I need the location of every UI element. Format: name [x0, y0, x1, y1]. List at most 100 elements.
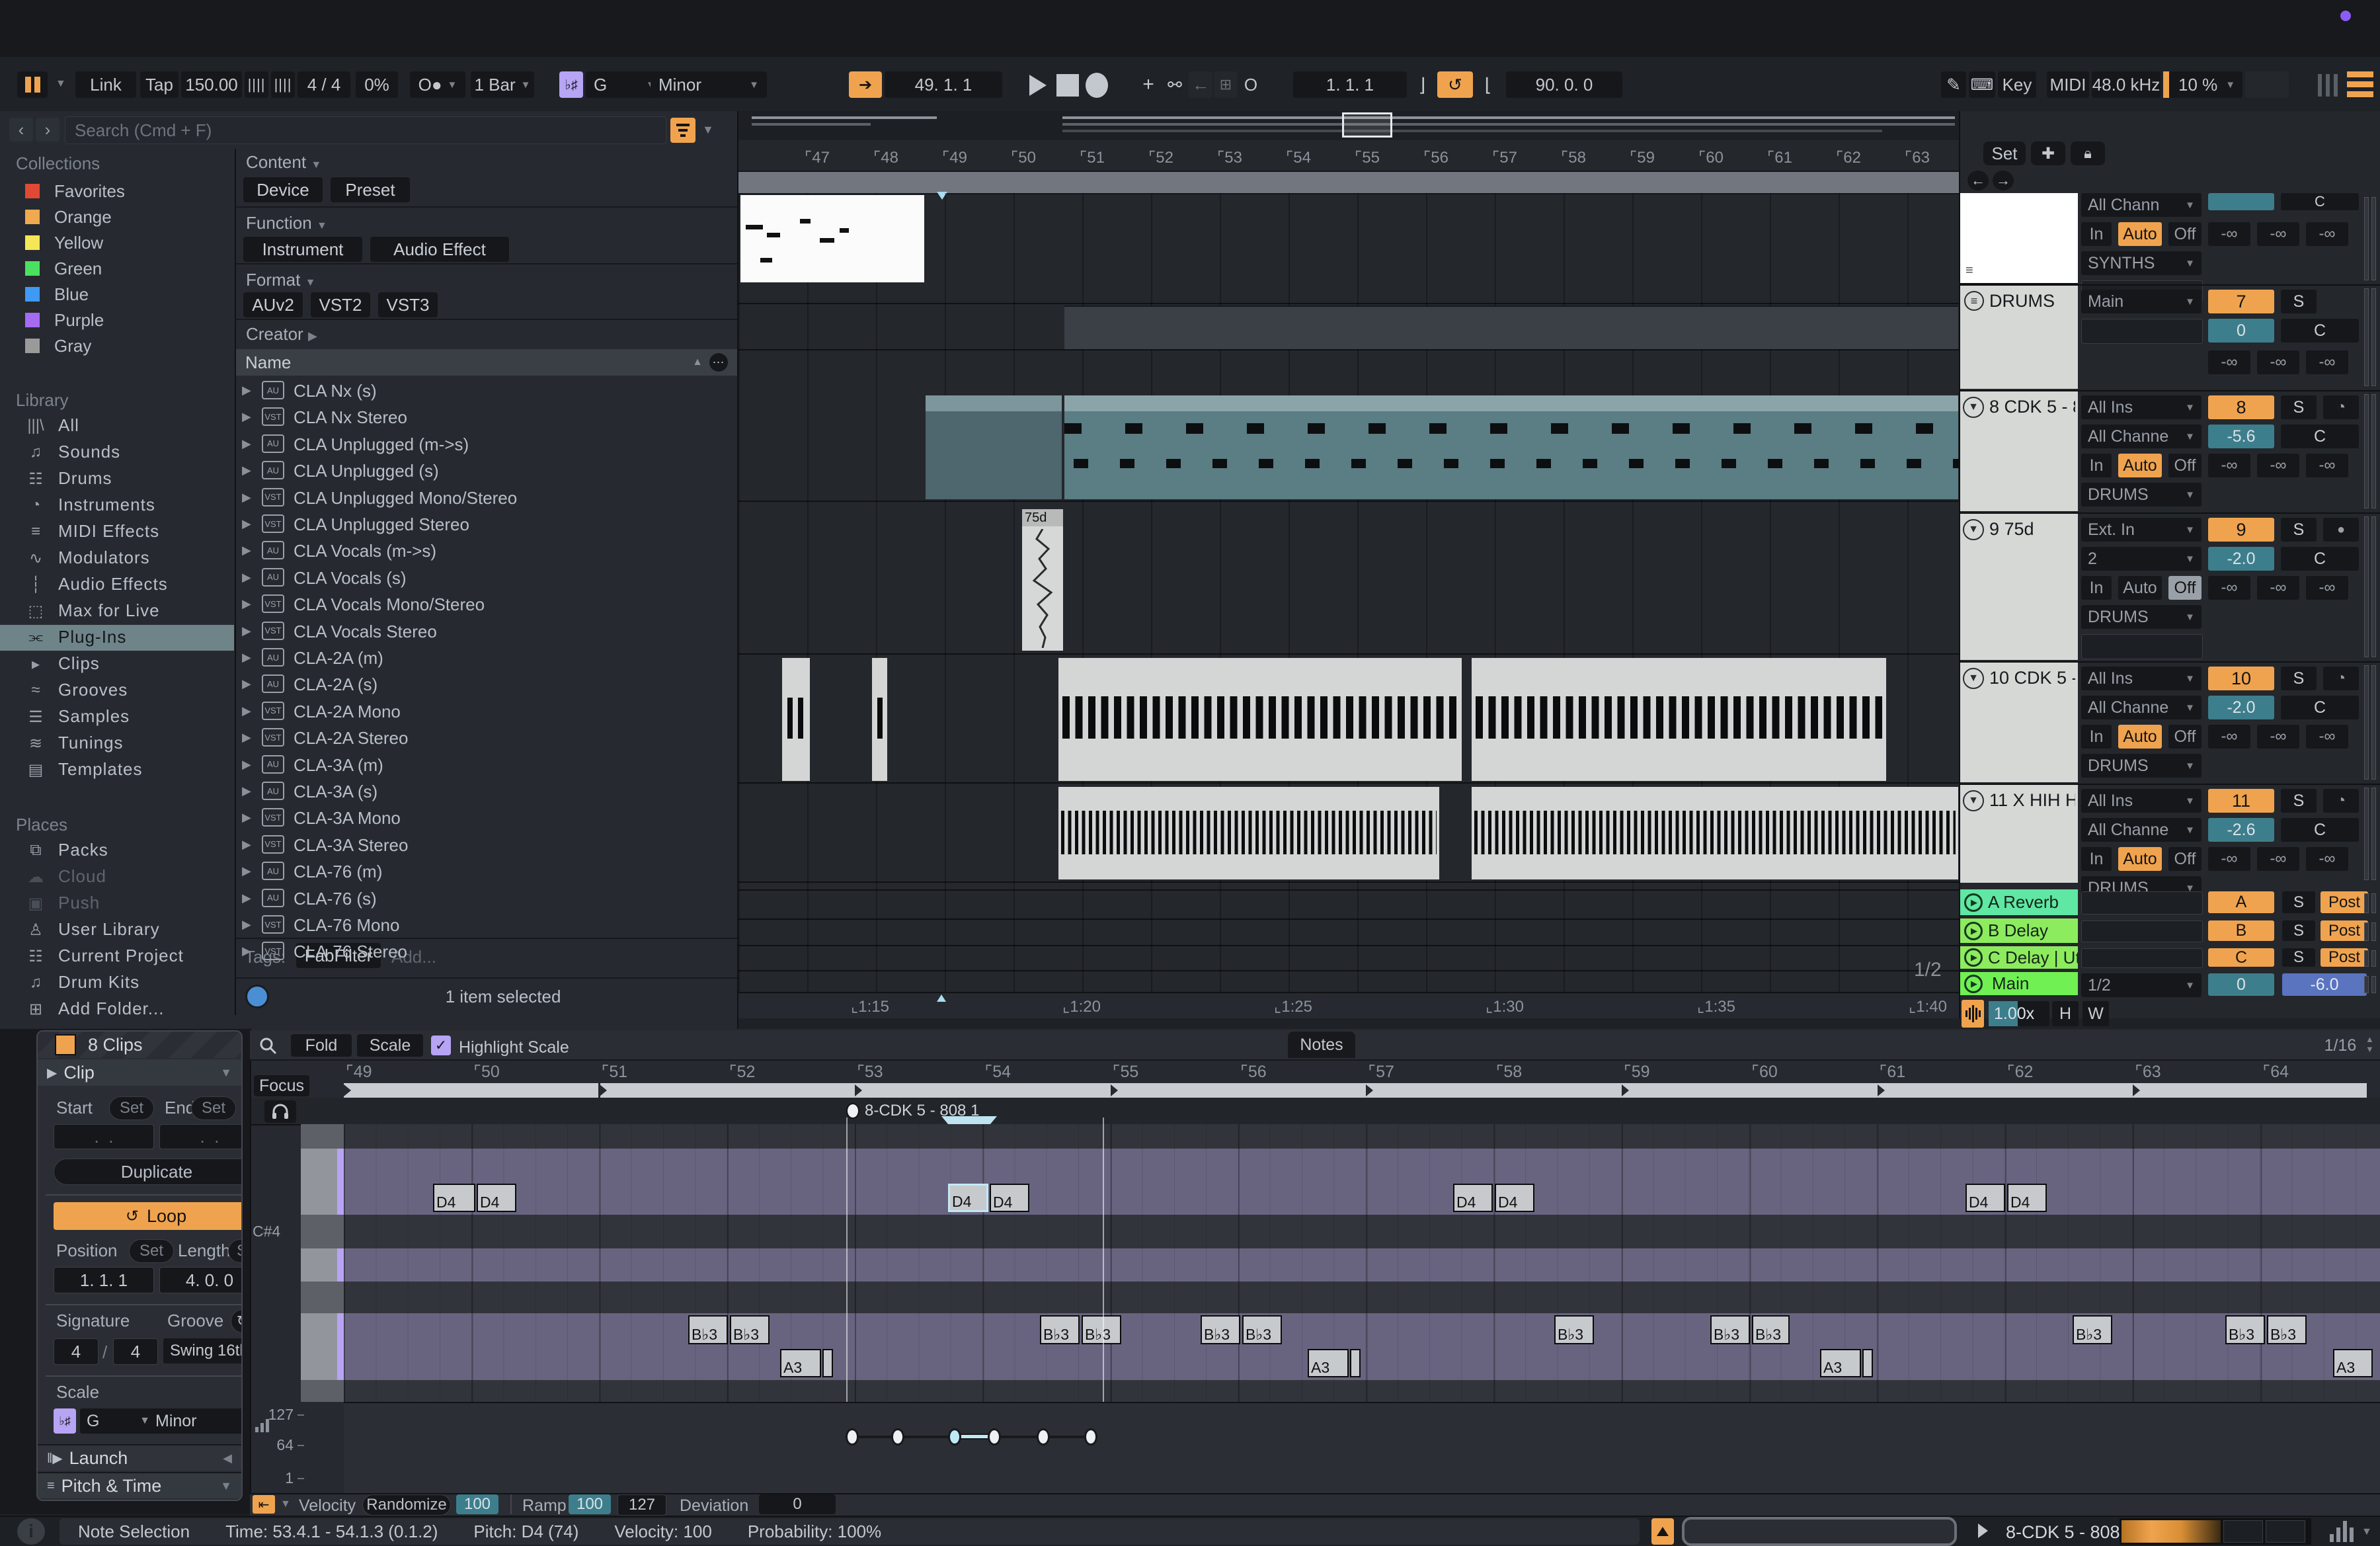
midi-note[interactable]: B♭3: [1710, 1315, 1750, 1344]
midi-map-button[interactable]: MIDI: [2047, 71, 2089, 98]
playback-speed-field[interactable]: 1.00x: [1989, 1001, 2049, 1026]
expand-arrow-icon[interactable]: ▶: [242, 544, 251, 557]
monitor-auto-button[interactable]: Auto: [2118, 576, 2162, 600]
history-back-button[interactable]: ←: [1967, 171, 1989, 190]
solo-button[interactable]: S: [2281, 395, 2317, 419]
velocity-point[interactable]: [891, 1428, 904, 1445]
deviation-field[interactable]: 0: [759, 1494, 836, 1514]
pan-field[interactable]: 0: [2208, 319, 2274, 343]
expand-arrow-icon[interactable]: ▶: [242, 624, 251, 638]
filter-content-label[interactable]: Content ▼: [246, 152, 321, 173]
ramp-to-field[interactable]: 127: [617, 1494, 666, 1516]
sidebar-item-drum-kits[interactable]: Drum Kits: [58, 972, 139, 993]
track-number[interactable]: 10: [2208, 667, 2274, 690]
midi-note[interactable]: D4: [2007, 1184, 2047, 1212]
list-item-plugin[interactable]: CLA-76 Stereo: [294, 942, 407, 962]
highlight-scale-checkbox[interactable]: ✓: [431, 1036, 451, 1055]
list-item-plugin[interactable]: CLA Unplugged (s): [294, 461, 439, 481]
focus-button[interactable]: Focus: [254, 1075, 309, 1096]
filter-caret-icon[interactable]: ▼: [702, 123, 714, 137]
piano-row-c4[interactable]: [344, 1248, 2380, 1282]
main-volume-field[interactable]: -6.0: [2282, 973, 2367, 996]
fold-button[interactable]: Fold: [291, 1034, 352, 1057]
format-chip-vst3[interactable]: VST3: [378, 292, 438, 317]
list-item-plugin[interactable]: CLA Vocals Stereo: [294, 622, 437, 642]
expand-arrow-icon[interactable]: ▶: [242, 864, 251, 878]
list-item-plugin[interactable]: CLA-76 (s): [294, 889, 377, 909]
midi-note[interactable]: B♭3: [1040, 1315, 1080, 1344]
nudge-down-button[interactable]: ||||: [245, 71, 268, 98]
name-header[interactable]: Name ▲⋯: [236, 349, 737, 376]
midi-note[interactable]: D4: [1965, 1184, 2005, 1212]
crosshair-icon[interactable]: ✚: [2031, 142, 2065, 165]
grid-interval-display[interactable]: 1/16: [2317, 1034, 2364, 1057]
midi-note[interactable]: B♭3: [1201, 1315, 1240, 1344]
pan-field[interactable]: -2.0: [2208, 696, 2274, 719]
midi-note[interactable]: B♭3: [1554, 1315, 1594, 1344]
chevron-down-icon[interactable]: ▼: [56, 78, 66, 90]
output-select[interactable]: DRUMS▼: [2081, 754, 2202, 778]
list-item-plugin[interactable]: CLA Vocals (m->s): [294, 541, 436, 561]
sidebar-item-audio-effects[interactable]: Audio Effects: [58, 574, 168, 594]
key-map-button[interactable]: Key: [1998, 71, 2036, 98]
beat-ruler[interactable]: ⌜47⌜48⌜49⌜50⌜51⌜52⌜53⌜54⌜55⌜56⌜57⌜58⌜59⌜…: [738, 140, 1959, 171]
midi-note[interactable]: [1862, 1349, 1873, 1377]
monitor-auto-button[interactable]: Auto: [2118, 847, 2162, 871]
list-item-plugin[interactable]: CLA-76 Mono: [294, 915, 399, 936]
randomize-amount-field[interactable]: 100: [456, 1494, 498, 1514]
sidebar-collection-yellow[interactable]: Yellow: [54, 233, 103, 253]
track-number[interactable]: 11: [2208, 789, 2274, 813]
expand-arrow-icon[interactable]: ▶: [242, 918, 251, 932]
sidebar-item-current-project[interactable]: Current Project: [58, 946, 184, 966]
clip-75d-audio[interactable]: 75d: [1022, 509, 1063, 651]
quantize-menu[interactable]: O●▼: [410, 71, 465, 98]
play-button[interactable]: [1023, 73, 1052, 98]
monitor-off-button[interactable]: Off: [2168, 454, 2202, 477]
expand-arrow-icon[interactable]: ▶: [242, 838, 251, 852]
re-enable-automation-button[interactable]: ←: [1189, 71, 1212, 98]
function-chip-audio-effect[interactable]: Audio Effect: [370, 237, 509, 262]
track-name-area[interactable]: ▼9 75d: [1960, 514, 2078, 660]
sidebar-item-modulators[interactable]: Modulators: [58, 548, 150, 568]
browser-back-button[interactable]: ‹: [9, 118, 33, 142]
midi-note[interactable]: D4: [1495, 1184, 1534, 1212]
height-zoom-button[interactable]: H: [2052, 1001, 2079, 1026]
search-input[interactable]: Search (Cmd + F): [65, 116, 666, 144]
input-select[interactable]: All Ins▼: [2081, 789, 2202, 813]
midi-note[interactable]: B♭3: [2225, 1315, 2265, 1344]
track-number[interactable]: 7: [2208, 290, 2274, 313]
pan-center-button[interactable]: C: [2281, 425, 2359, 448]
signature-denominator-field[interactable]: 4: [113, 1338, 158, 1365]
output-select[interactable]: SYNTHS▼: [2081, 251, 2202, 275]
arm-button[interactable]: ●: [2323, 518, 2359, 542]
expand-arrow-icon[interactable]: ▶: [242, 944, 251, 958]
midi-note[interactable]: B♭3: [688, 1315, 728, 1344]
filter-creator-label[interactable]: Creator ▶: [246, 324, 317, 345]
sidebar-item-tunings[interactable]: Tunings: [58, 733, 124, 753]
monitor-in-button[interactable]: In: [2081, 222, 2112, 246]
loop-button[interactable]: ↺: [1437, 71, 1473, 98]
monitor-auto-button[interactable]: Auto: [2118, 454, 2162, 477]
sidebar-item-max-for-live[interactable]: Max for Live: [58, 600, 160, 621]
stop-button[interactable]: [1056, 74, 1079, 97]
globe-icon[interactable]: [245, 985, 269, 1008]
track-name-area[interactable]: ▼10 CDK 5 - Kick: [1960, 663, 2078, 782]
loop-toggle-button[interactable]: ↺Loop: [54, 1202, 243, 1230]
session-record-selection-button[interactable]: ⊞: [1214, 71, 1238, 98]
quantize-grid-menu[interactable]: 1 Bar▼: [471, 71, 534, 98]
midi-overdub-button[interactable]: +: [1136, 71, 1161, 98]
end-set-button[interactable]: Set: [191, 1096, 236, 1120]
sidebar-item-sounds[interactable]: Sounds: [58, 442, 120, 462]
signature-numerator-field[interactable]: 4: [54, 1338, 99, 1365]
menu-icon[interactable]: [2347, 71, 2373, 97]
io-extra-field[interactable]: [2081, 319, 2203, 344]
return-track-name[interactable]: ▶B Delay: [1960, 918, 2078, 943]
pan-center-button[interactable]: C: [2281, 547, 2359, 571]
input-select[interactable]: Ext. In▼: [2081, 518, 2202, 542]
arm-button[interactable]: ◔: [2323, 395, 2359, 419]
return-solo-button[interactable]: S: [2282, 948, 2315, 967]
expand-arrow-icon[interactable]: ▶: [242, 410, 251, 424]
clip-kick-wide[interactable]: [1058, 658, 1462, 781]
monitor-auto-button[interactable]: Auto: [2118, 725, 2162, 749]
sidebar-item-add-folder-[interactable]: Add Folder...: [58, 998, 164, 1019]
